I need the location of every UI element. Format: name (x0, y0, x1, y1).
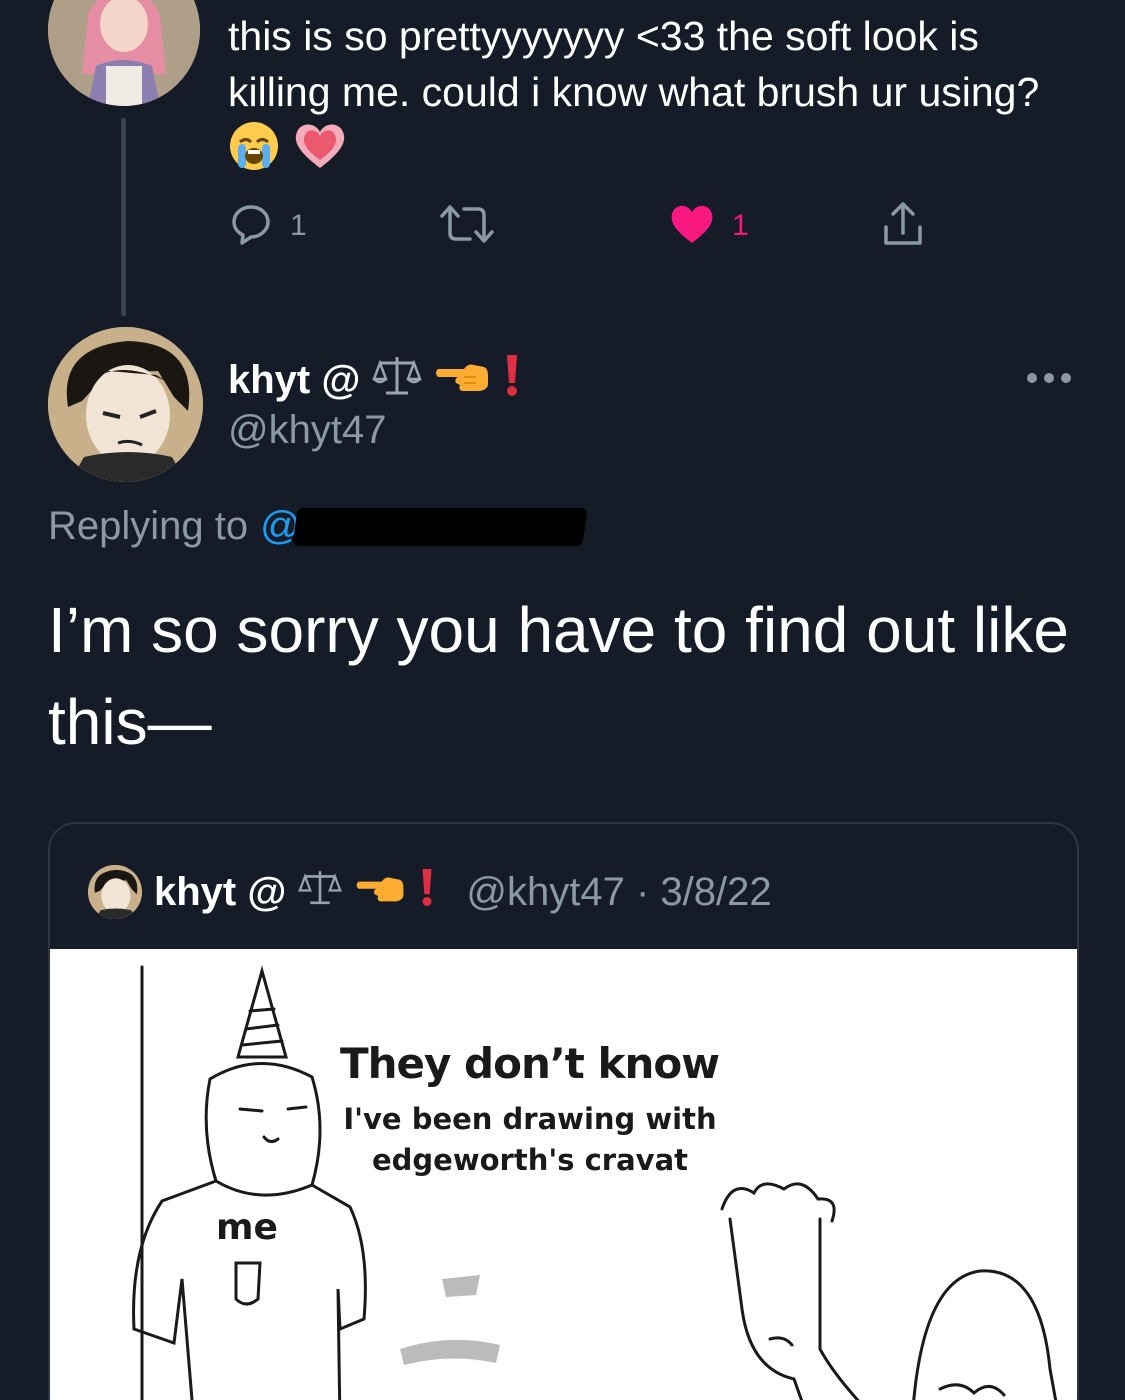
quoted-author-handle: @khyt47 (466, 869, 625, 914)
retweet-action[interactable] (438, 198, 496, 254)
like-count: 1 (732, 209, 749, 242)
backhand-index-pointing-left-icon (354, 869, 406, 915)
tweet-thread-page: this is so prettyyyyyyy <33 the soft loo… (0, 0, 1125, 1400)
quoted-author-avatar (88, 865, 142, 919)
tweet-text: I’m so sorry you have to find out like t… (48, 594, 1069, 758)
author-name-text: khyt @ (228, 357, 361, 402)
author-display-name[interactable]: khyt @ (228, 353, 522, 407)
meme-title: They don’t know (340, 1039, 720, 1088)
quoted-tweet-header: khyt @ @khyt47 · 3/8/22 (88, 865, 772, 919)
quoted-tweet-date: 3/8/22 (660, 869, 772, 914)
meme-subtitle: I've been drawing with edgeworth's crava… (343, 1102, 717, 1177)
quoted-author-name: khyt @ (154, 869, 287, 914)
replying-to-label: Replying to (48, 504, 249, 548)
previous-tweet-text: this is so prettyyyyyyy <33 the soft loo… (228, 8, 1088, 186)
meme-me-label: me (216, 1207, 278, 1248)
meta-separator: · (635, 869, 650, 914)
growing-heart-icon (291, 120, 349, 186)
balance-scale-icon (372, 353, 423, 407)
previous-tweet-actions: 1 1 (228, 198, 948, 254)
author-handle[interactable]: @khyt47 (228, 408, 386, 453)
exclamation-mark-icon (502, 353, 522, 407)
previous-author-avatar[interactable] (48, 0, 200, 106)
author-avatar[interactable] (48, 327, 203, 482)
like-action[interactable]: 1 (668, 198, 749, 254)
share-icon (880, 199, 926, 254)
exclamation-mark-icon (418, 867, 436, 917)
heart-filled-icon (668, 201, 716, 252)
more-options-icon[interactable] (1024, 370, 1074, 391)
reply-action[interactable]: 1 (228, 198, 307, 254)
meme-image[interactable]: They don’t know I've been drawing with e… (50, 949, 1077, 1400)
loudly-crying-face-icon (228, 120, 280, 186)
replying-to-line: Replying to @ (48, 504, 588, 549)
balance-scale-icon (298, 867, 343, 917)
redaction-scribble (292, 507, 588, 546)
quoted-tweet-meta: @khyt47 · 3/8/22 (466, 870, 771, 915)
quoted-tweet-card[interactable]: khyt @ @khyt47 · 3/8/22 They don’t know … (48, 822, 1079, 1400)
reply-count: 1 (290, 209, 307, 242)
retweet-icon (438, 201, 496, 252)
share-action[interactable] (880, 198, 926, 254)
thread-connector-line (121, 118, 126, 316)
reply-icon (228, 201, 274, 252)
backhand-index-pointing-left-icon (434, 355, 490, 405)
